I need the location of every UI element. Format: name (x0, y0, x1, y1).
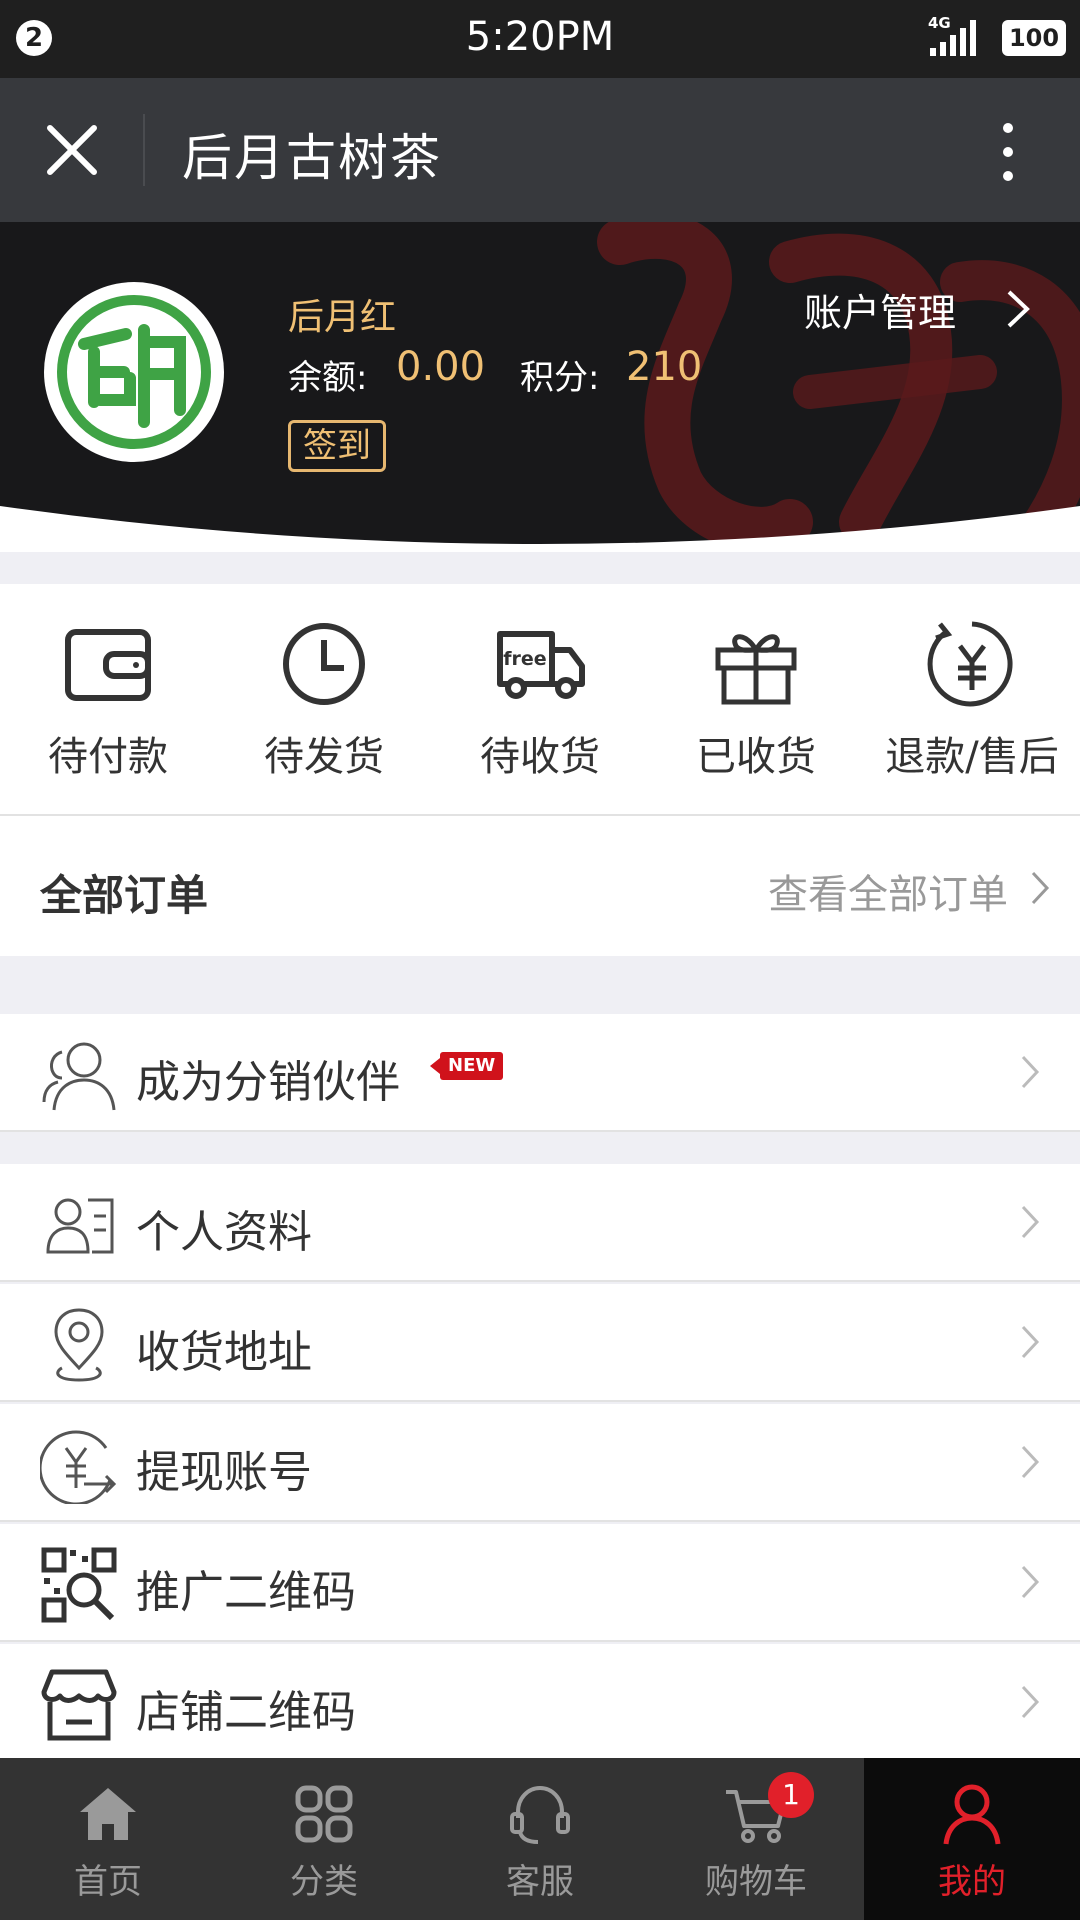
order-pending-shipment[interactable]: 待发货 (216, 584, 432, 814)
menu-item-store-qr[interactable]: 店铺二维码 (0, 1644, 1080, 1762)
tab-label: 首页 (74, 1862, 142, 1902)
home-icon (80, 1788, 136, 1840)
nav-divider (143, 114, 145, 186)
chevron-right-icon (1021, 1055, 1040, 1089)
view-all-orders-link[interactable]: 查看全部订单 (768, 862, 1008, 920)
profile-card-icon (46, 1198, 114, 1254)
tab-service[interactable]: 客服 (432, 1758, 648, 1920)
divider (0, 1400, 1080, 1402)
menu-item-label: 个人资料 (136, 1207, 312, 1258)
signin-button[interactable]: 签到 (288, 420, 386, 472)
user-icon (943, 1784, 1001, 1845)
points-label: 积分: (520, 358, 600, 398)
avatar[interactable] (44, 282, 224, 462)
tab-category[interactable]: 分类 (216, 1758, 432, 1920)
avatar-logo-icon (57, 295, 211, 449)
svg-text:free: free (503, 648, 546, 670)
order-received[interactable]: 已收货 (648, 584, 864, 814)
menu-item-withdraw[interactable]: 提现账号 (0, 1404, 1080, 1522)
account-management-link[interactable]: 账户管理 (804, 282, 956, 337)
all-orders-title: 全部订单 (40, 871, 209, 920)
withdraw-icon (40, 1430, 117, 1504)
qr-scan-icon (41, 1547, 117, 1623)
divider (0, 1640, 1080, 1642)
clock-icon (283, 623, 365, 705)
status-bar: 2 5:20PM 4G 100 (0, 0, 1080, 78)
order-status-row: 待付款 待发货 free 待收货 已收货 退款/售后 (0, 584, 1080, 814)
refund-yen-icon (927, 621, 1013, 707)
menu-item-distributor[interactable]: 成为分销伙伴 NEW (0, 1014, 1080, 1132)
order-pending-payment[interactable]: 待付款 (0, 584, 216, 814)
points-value: 210 (626, 344, 703, 390)
menu-item-label: 店铺二维码 (136, 1687, 356, 1738)
order-status-label: 待付款 (48, 734, 168, 780)
tab-label: 我的 (938, 1862, 1006, 1902)
status-time: 5:20PM (465, 14, 615, 60)
chevron-right-icon (1021, 1685, 1040, 1719)
location-icon (54, 1308, 104, 1382)
menu-item-profile[interactable]: 个人资料 (0, 1164, 1080, 1282)
profile-banner: 后月红 余额: 0.00 积分: 210 签到 账户管理 (0, 222, 1080, 552)
new-badge: NEW (429, 1052, 504, 1080)
balance-value: 0.00 (396, 344, 486, 390)
menu-item-address[interactable]: 收货地址 (0, 1284, 1080, 1402)
bottom-tab-bar: 首页 分类 客服 购物车 1 我的 (0, 1758, 1080, 1920)
menu-item-label: 推广二维码 (136, 1567, 356, 1618)
all-orders-row[interactable]: 全部订单 查看全部订单 (0, 816, 1080, 956)
cart-count-badge: 1 (768, 1772, 814, 1818)
category-icon (295, 1785, 353, 1843)
chevron-right-icon (1021, 1205, 1040, 1239)
menu-item-label: 收货地址 (136, 1327, 312, 1378)
gift-icon (715, 634, 797, 705)
divider (0, 1130, 1080, 1132)
top-nav-bar: 后月古树茶 (0, 78, 1080, 222)
order-refund[interactable]: 退款/售后 (864, 584, 1080, 814)
balance-label: 余额: (288, 358, 368, 398)
headset-icon (510, 1785, 570, 1844)
wallet-icon (65, 629, 151, 701)
signal-icon (930, 20, 976, 56)
order-status-label: 待收货 (480, 734, 600, 780)
order-pending-receipt[interactable]: free 待收货 (432, 584, 648, 814)
order-status-label: 已收货 (696, 734, 816, 780)
chevron-right-icon (1021, 1325, 1040, 1359)
menu-item-label: 成为分销伙伴 (136, 1057, 400, 1108)
tab-label: 购物车 (705, 1862, 807, 1902)
user-name: 后月红 (288, 297, 397, 338)
divider (0, 1280, 1080, 1282)
menu-item-label: 提现账号 (136, 1447, 312, 1498)
tab-home[interactable]: 首页 (0, 1758, 216, 1920)
truck-icon: free (497, 631, 585, 699)
store-icon (41, 1669, 117, 1741)
tab-mine[interactable]: 我的 (864, 1758, 1080, 1920)
tab-label: 分类 (290, 1862, 358, 1902)
tab-label: 客服 (506, 1862, 574, 1902)
chevron-right-icon[interactable] (1005, 288, 1031, 330)
menu-item-promo-qr[interactable]: 推广二维码 (0, 1524, 1080, 1642)
battery-indicator: 100 (1002, 20, 1066, 56)
partner-icon (42, 1042, 116, 1111)
close-icon[interactable] (42, 120, 102, 180)
divider (0, 1520, 1080, 1522)
page-title: 后月古树茶 (182, 129, 442, 187)
chevron-right-icon (1021, 1445, 1040, 1479)
tab-cart[interactable]: 购物车 (648, 1758, 864, 1920)
chevron-right-icon (1031, 871, 1050, 905)
order-status-label: 待发货 (264, 734, 384, 780)
chevron-right-icon (1021, 1565, 1040, 1599)
more-vertical-icon[interactable] (994, 120, 1022, 184)
order-status-label: 退款/售后 (885, 734, 1059, 780)
